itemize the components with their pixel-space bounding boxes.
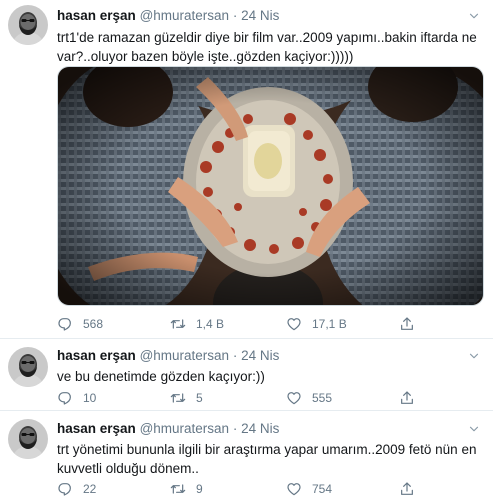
share-icon: [399, 390, 415, 406]
tweet-text: ve bu denetimde gözden kaçıyor:)): [57, 369, 265, 384]
like-icon: [286, 316, 302, 332]
like-count: 555: [312, 391, 333, 405]
tweet-header: hasan erşan @hmuratersan · 24 Nis: [57, 348, 279, 363]
author-handle[interactable]: @hmuratersan: [140, 8, 230, 23]
like-count: 754: [312, 482, 333, 496]
retweet-icon: [170, 481, 186, 497]
share-button[interactable]: [399, 314, 415, 334]
author-handle[interactable]: @hmuratersan: [140, 421, 230, 436]
share-button[interactable]: [399, 388, 415, 408]
retweet-count: 5: [196, 391, 203, 405]
separator-dot: ·: [232, 421, 238, 436]
author-name[interactable]: hasan erşan: [57, 421, 136, 436]
reply-icon: [57, 390, 73, 406]
tweet-3[interactable]: hasan erşan @hmuratersan · 24 Nis trt yö…: [0, 411, 493, 501]
like-count: 17,1 B: [312, 317, 347, 331]
chevron-down-icon[interactable]: [467, 9, 481, 23]
separator-dot: ·: [232, 8, 238, 23]
reply-icon: [57, 316, 73, 332]
tweet-time[interactable]: 24 Nis: [241, 348, 279, 363]
share-button[interactable]: [399, 479, 415, 499]
tweet-time[interactable]: 24 Nis: [241, 421, 279, 436]
author-handle[interactable]: @hmuratersan: [140, 348, 230, 363]
tweet-actions: 22 9 754: [57, 479, 417, 499]
avatar[interactable]: [8, 347, 48, 387]
reply-count: 568: [83, 317, 104, 331]
tweet-2[interactable]: hasan erşan @hmuratersan · 24 Nis ve bu …: [0, 339, 493, 410]
author-name[interactable]: hasan erşan: [57, 8, 136, 23]
media-image: [58, 67, 483, 305]
tweet-header: hasan erşan @hmuratersan · 24 Nis: [57, 8, 279, 23]
retweet-button[interactable]: 1,4 B: [170, 314, 224, 334]
like-button[interactable]: 754: [286, 479, 332, 499]
like-icon: [286, 481, 302, 497]
avatar[interactable]: [8, 5, 48, 45]
share-icon: [399, 316, 415, 332]
like-button[interactable]: 17,1 B: [286, 314, 347, 334]
reply-icon: [57, 481, 73, 497]
avatar[interactable]: [8, 419, 48, 459]
tweet-actions: 10 5 555: [57, 388, 417, 408]
reply-button[interactable]: 10: [57, 388, 96, 408]
chevron-down-icon[interactable]: [467, 349, 481, 363]
retweet-count: 9: [196, 482, 203, 496]
reply-count: 22: [83, 482, 97, 496]
like-icon: [286, 390, 302, 406]
tweet-time[interactable]: 24 Nis: [241, 8, 279, 23]
tweet-header: hasan erşan @hmuratersan · 24 Nis: [57, 421, 279, 436]
tweet-text: trt yönetimi bununla ilgili bir araştırm…: [57, 442, 477, 476]
tweet-actions: 568 1,4 B 17,1 B: [57, 314, 417, 334]
reply-button[interactable]: 568: [57, 314, 103, 334]
chevron-down-icon[interactable]: [467, 422, 481, 436]
retweet-button[interactable]: 5: [170, 388, 203, 408]
like-button[interactable]: 555: [286, 388, 332, 408]
retweet-button[interactable]: 9: [170, 479, 203, 499]
retweet-icon: [170, 316, 186, 332]
retweet-icon: [170, 390, 186, 406]
author-name[interactable]: hasan erşan: [57, 348, 136, 363]
tweet-text: trt1'de ramazan güzeldir diye bir film v…: [57, 30, 477, 64]
share-icon: [399, 481, 415, 497]
retweet-count: 1,4 B: [196, 317, 225, 331]
tweet-media[interactable]: [57, 66, 484, 306]
separator-dot: ·: [232, 348, 238, 363]
reply-button[interactable]: 22: [57, 479, 96, 499]
reply-count: 10: [83, 391, 97, 405]
tweet-1[interactable]: hasan erşan @hmuratersan · 24 Nis trt1'd…: [0, 0, 493, 338]
